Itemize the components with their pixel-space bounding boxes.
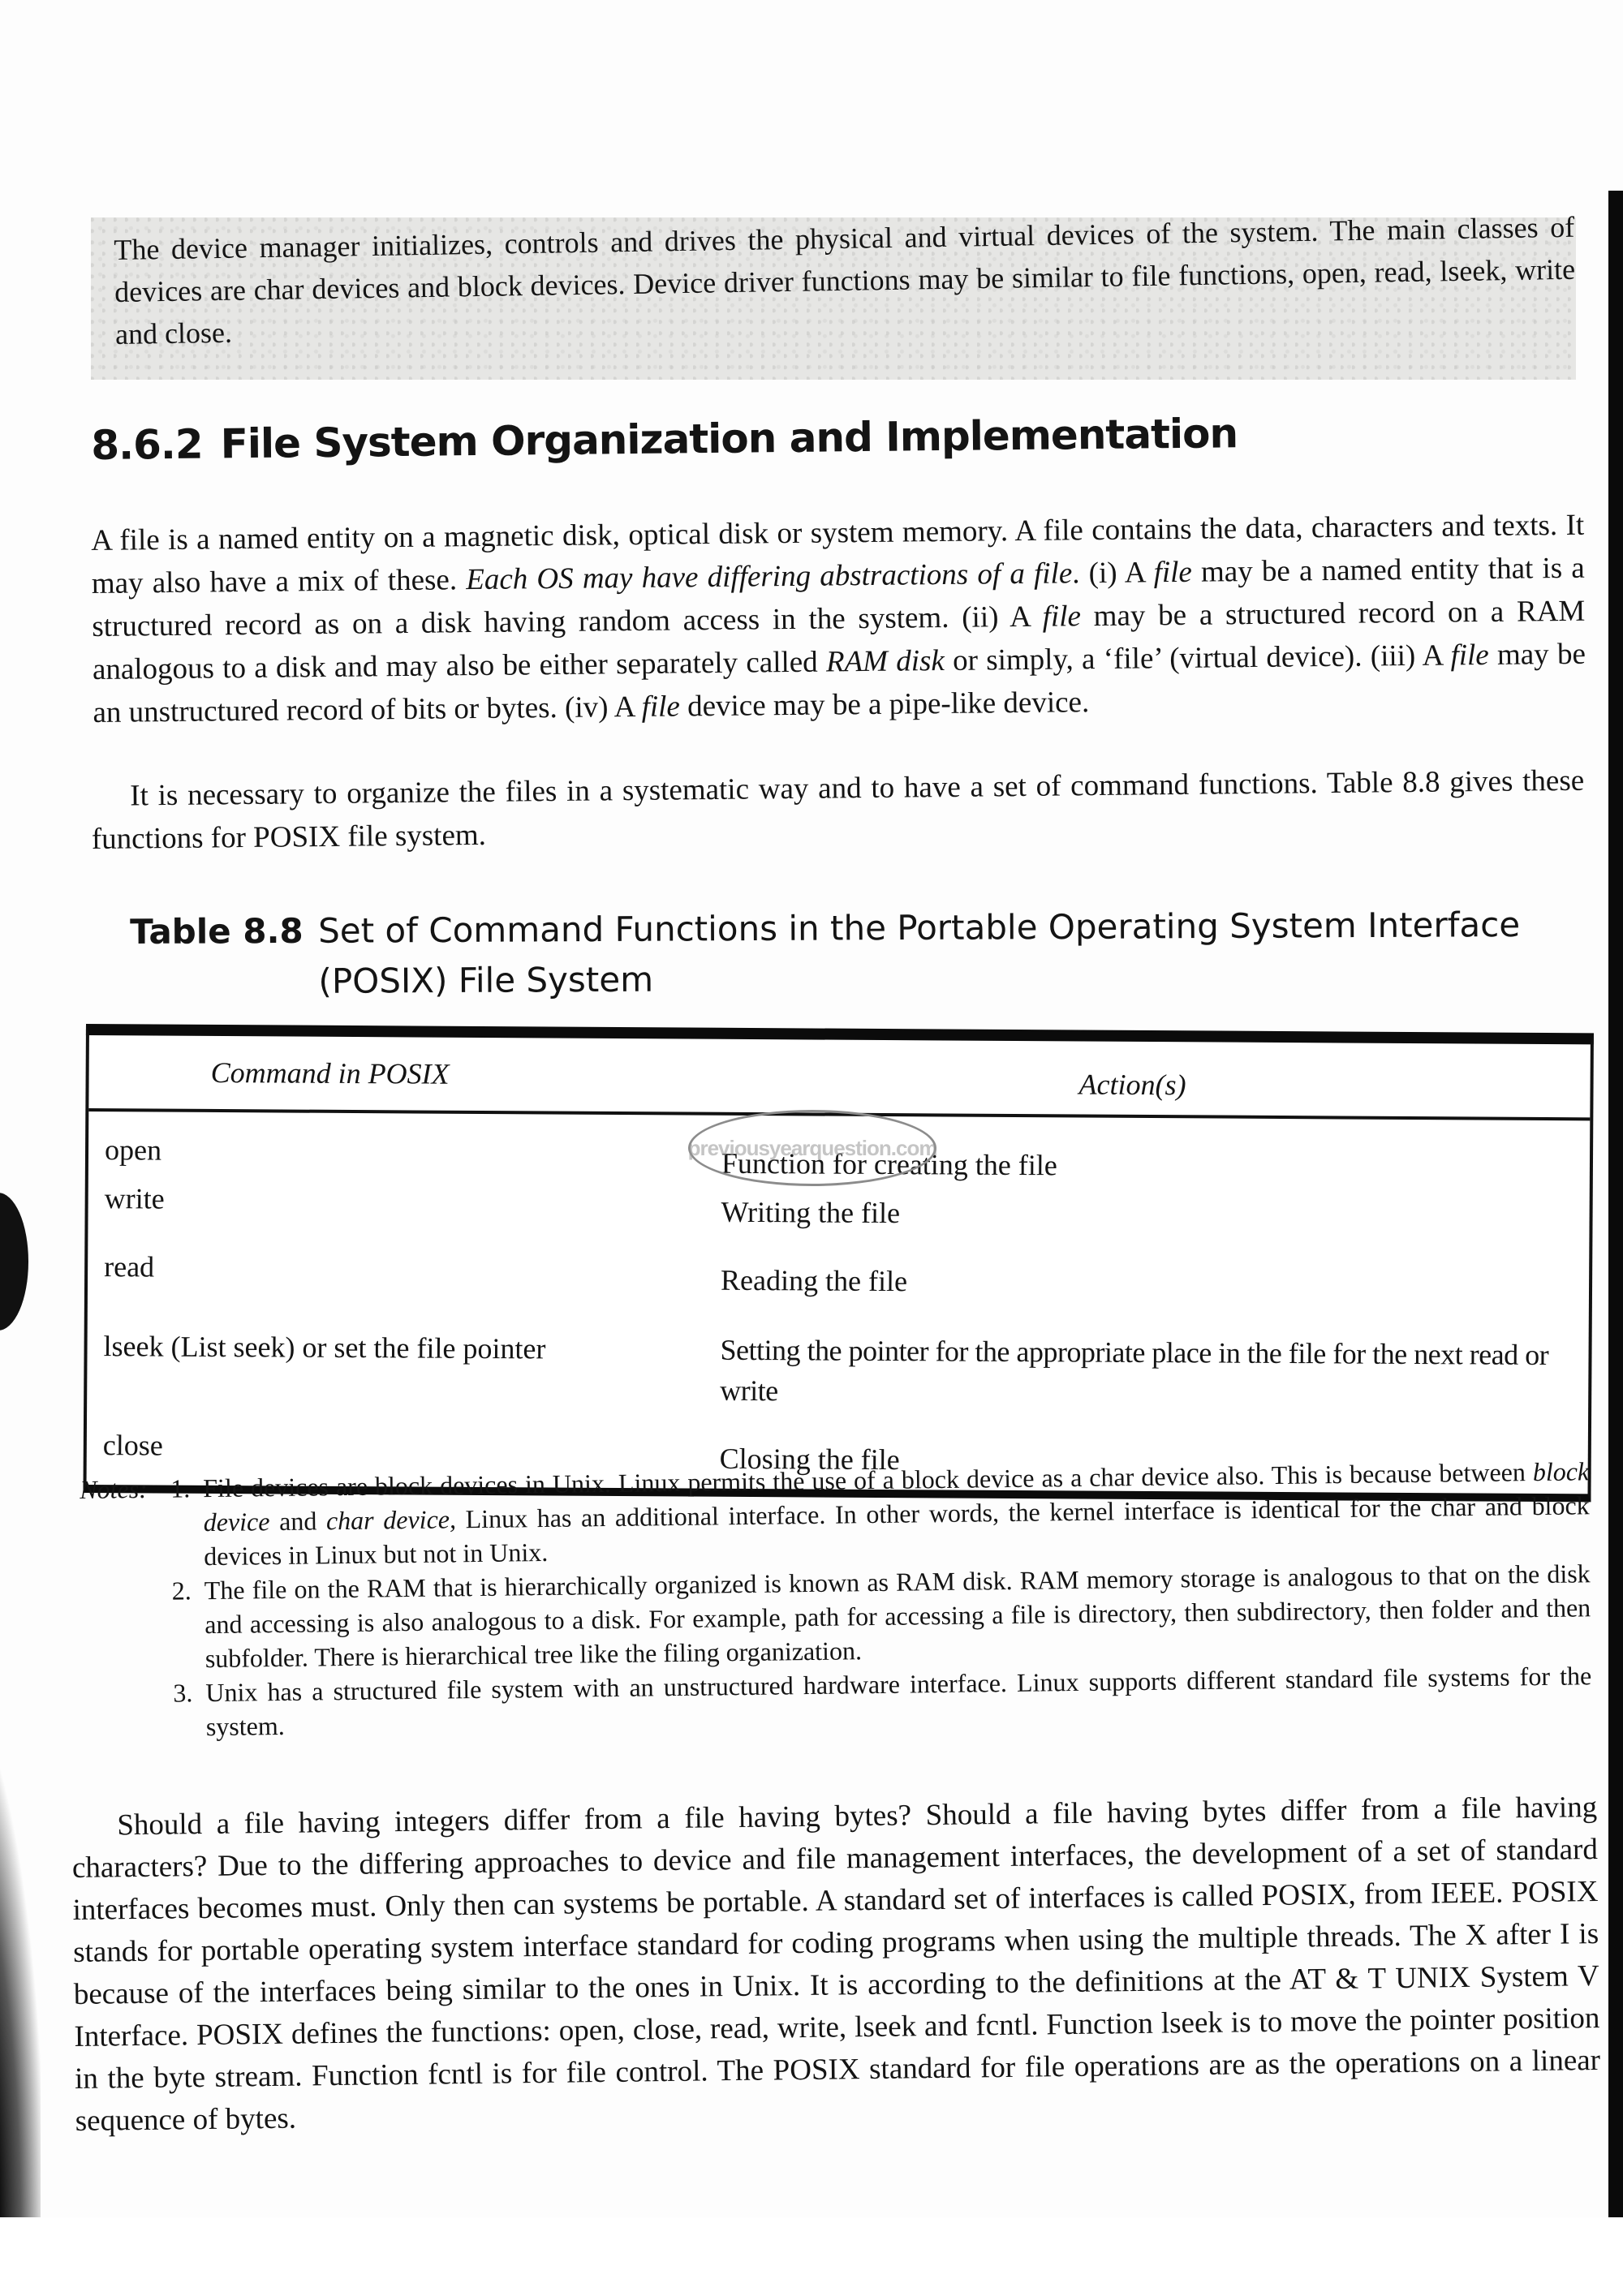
italic-text-run: file bbox=[1153, 555, 1193, 590]
section-number: 8.6.2 bbox=[91, 420, 203, 469]
note-text: The file on the RAM that is hierarchical… bbox=[204, 1556, 1591, 1675]
italic-text-run: file bbox=[641, 690, 681, 724]
action-cell: Reading the file bbox=[720, 1263, 908, 1298]
text-run: The file on the RAM that is hierarchical… bbox=[204, 1559, 1591, 1674]
command-cell: write bbox=[104, 1182, 165, 1215]
header-command: Command in POSIX bbox=[210, 1056, 450, 1090]
scanned-page: The device manager initializes, controls… bbox=[0, 0, 1623, 2296]
italic-text-run: file bbox=[1450, 638, 1489, 673]
command-cell: lseek (List seek) or set the file pointe… bbox=[103, 1330, 546, 1365]
table-label: Table 8.8 bbox=[130, 910, 304, 952]
notes-lead: Notes: bbox=[80, 1473, 149, 1504]
text-run: It is necessary to organize the files in… bbox=[91, 763, 1585, 856]
table-title: Set of Command Functions in the Portable… bbox=[318, 905, 1521, 1001]
page-edge-shadow-left bbox=[0, 1720, 41, 2239]
table-caption: Table 8.8 Set of Command Functions in th… bbox=[130, 900, 1585, 1008]
section-heading: 8.6.2 File System Organization and Implem… bbox=[91, 410, 1238, 469]
note-index: 1. bbox=[170, 1473, 191, 1503]
table-header-row: Command in POSIX Action(s) bbox=[88, 1035, 1591, 1121]
body-paragraph-2: It is necessary to organize the files in… bbox=[91, 759, 1585, 861]
text-run: and bbox=[269, 1506, 327, 1537]
action-cell: Function for creating the file bbox=[721, 1146, 1057, 1182]
command-cell: read bbox=[104, 1250, 155, 1283]
table-row: read Reading the file bbox=[88, 1240, 1589, 1317]
note-index: 2. bbox=[171, 1576, 192, 1606]
table-row: write Writing the file bbox=[88, 1172, 1589, 1249]
note-index: 3. bbox=[173, 1678, 193, 1708]
action-cell: Writing the file bbox=[721, 1195, 901, 1230]
action-cell: Setting the pointer for the appropriate … bbox=[720, 1333, 1549, 1408]
text-run: or simply, a ‘file’ (virtual device). (i… bbox=[944, 638, 1451, 677]
text-run: device may be a pipe-like device. bbox=[679, 686, 1090, 724]
intro-paragraph: The device manager initializes, controls… bbox=[114, 210, 1576, 350]
header-actions: Action(s) bbox=[1078, 1068, 1186, 1102]
note-text: File devices are block devices in Unix. … bbox=[203, 1454, 1590, 1573]
table-notes: Notes: 1. File devices are block devices… bbox=[80, 1454, 1592, 1745]
italic-text-run: file bbox=[1042, 600, 1082, 634]
text-run: . (i) A bbox=[1072, 556, 1154, 591]
table-row: lseek (List seek) or set the file pointe… bbox=[87, 1308, 1589, 1425]
closing-paragraph: Should a file having integers differ fro… bbox=[71, 1791, 1601, 2138]
binding-hole-shadow bbox=[0, 1193, 28, 1331]
bottom-margin bbox=[0, 2217, 1623, 2296]
table-row: open Function for creating the file bbox=[88, 1111, 1590, 1182]
command-cell: open bbox=[104, 1133, 162, 1167]
text-run: Unix has a structured file system with a… bbox=[205, 1661, 1592, 1742]
section-title: File System Organization and Implementat… bbox=[220, 410, 1238, 468]
body-paragraph-1: A file is a named entity on a magnetic d… bbox=[91, 504, 1586, 734]
posix-command-table: Command in POSIX Action(s) open Function… bbox=[83, 1024, 1594, 1503]
italic-text-run: Each OS may have differing abstractions … bbox=[466, 557, 1073, 597]
italic-text-run: char device, bbox=[325, 1504, 457, 1536]
note-item: 2. The file on the RAM that is hierarchi… bbox=[81, 1556, 1591, 1677]
page-edge-shadow-right bbox=[1608, 191, 1623, 2219]
italic-text-run: RAM disk bbox=[825, 643, 945, 679]
note-item: Notes: 1. File devices are block devices… bbox=[80, 1454, 1590, 1575]
